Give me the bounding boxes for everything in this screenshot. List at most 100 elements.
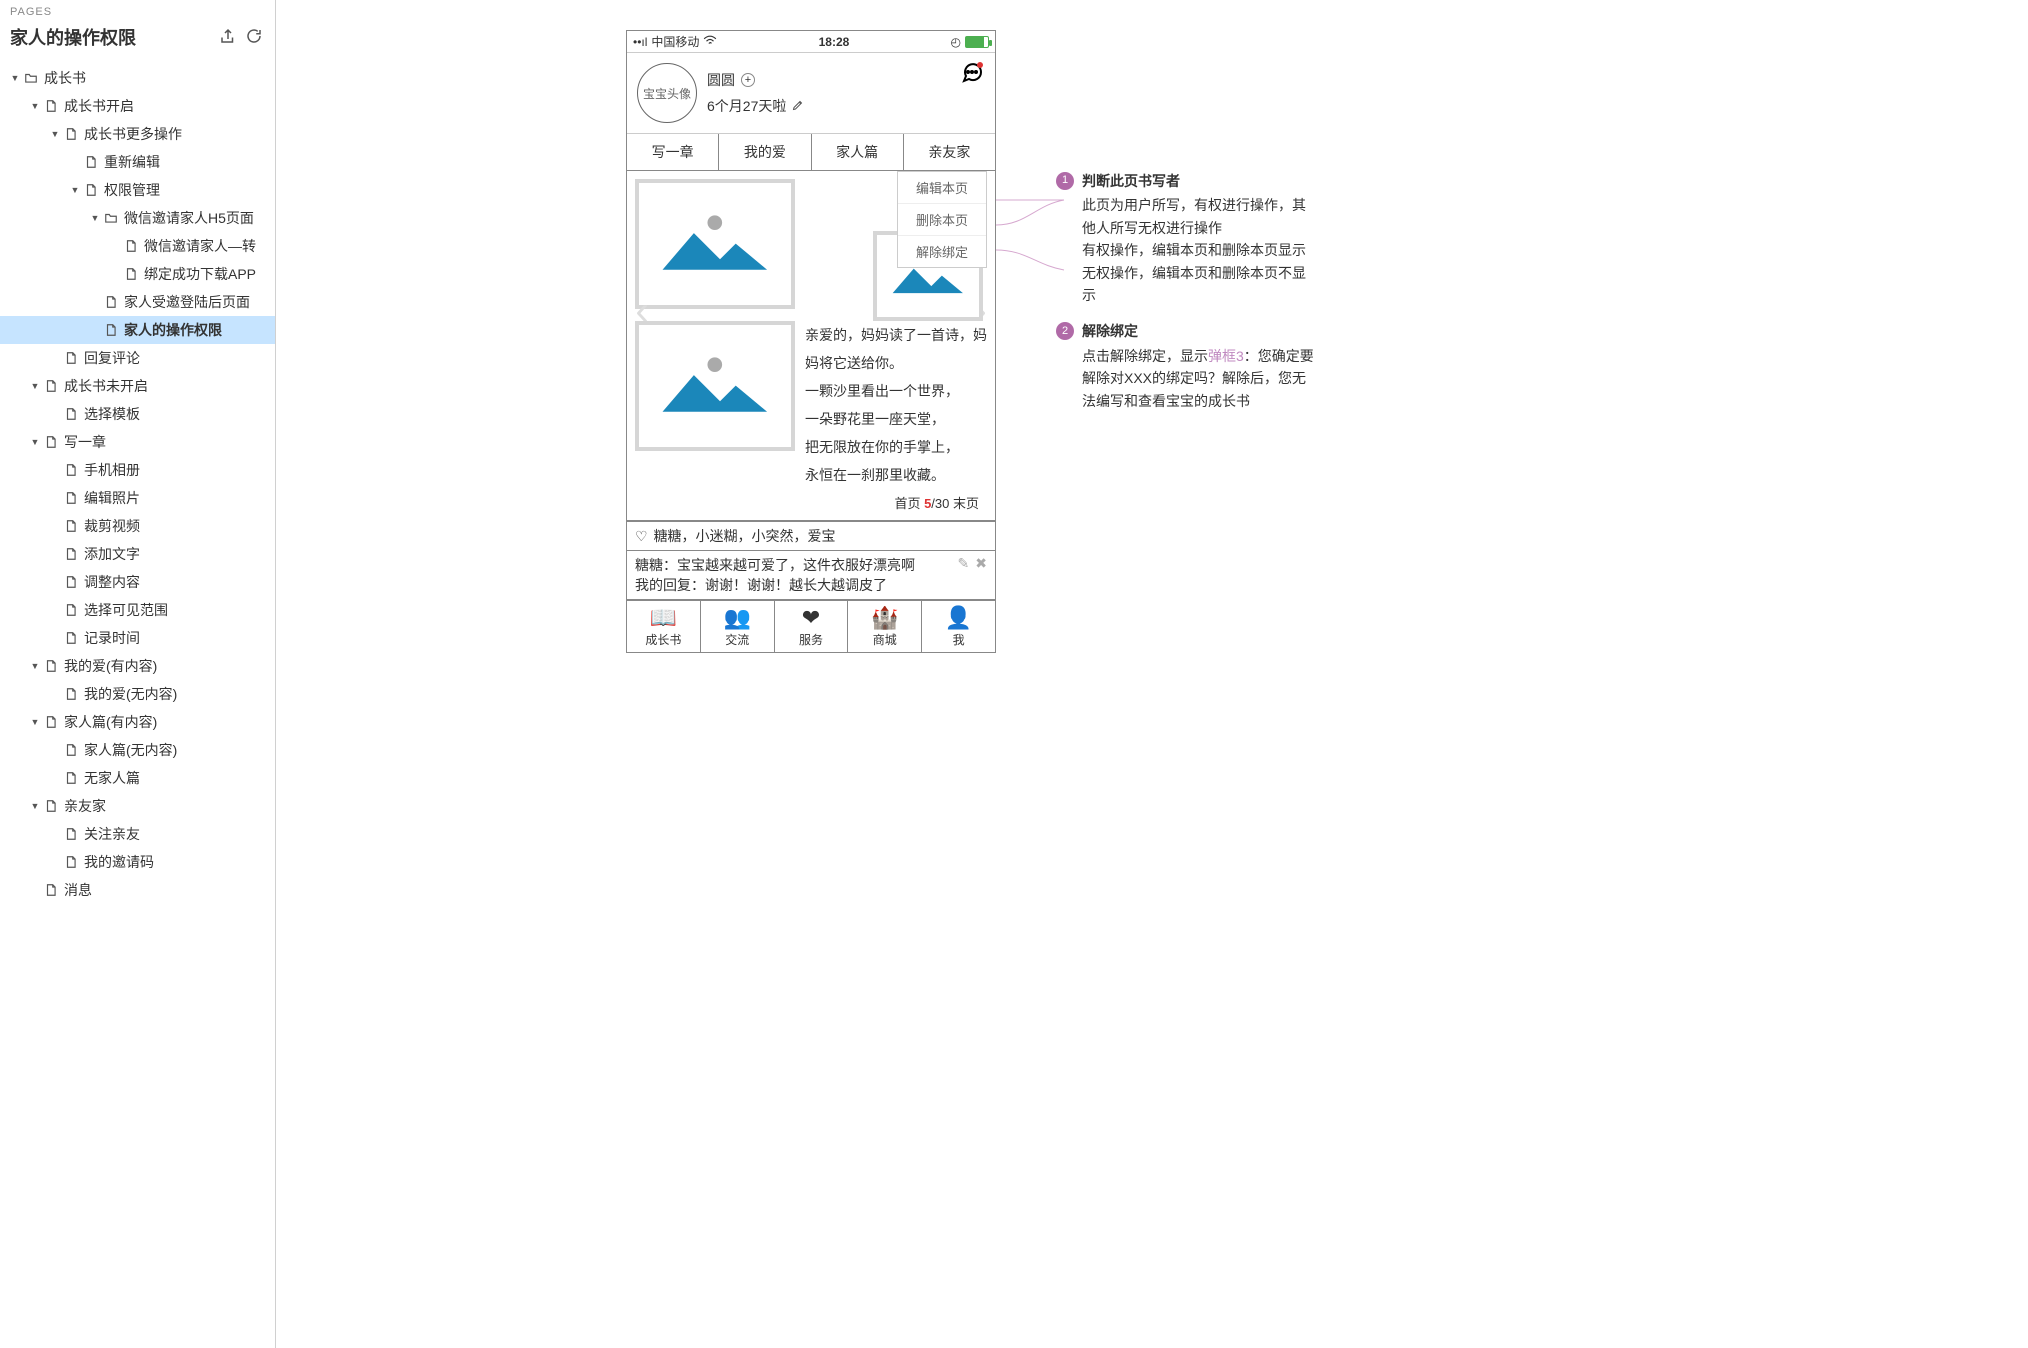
tree-item[interactable]: 编辑照片 bbox=[0, 484, 275, 512]
disclosure-triangle-icon[interactable]: ▼ bbox=[28, 799, 42, 813]
annotation-bullet: 1 bbox=[1056, 172, 1074, 190]
tree-item[interactable]: ▼ 亲友家 bbox=[0, 792, 275, 820]
tree-item[interactable]: ▼权限管理 bbox=[0, 176, 275, 204]
tree-item[interactable]: 无家人篇 bbox=[0, 764, 275, 792]
disclosure-triangle-icon[interactable]: ▼ bbox=[28, 659, 42, 673]
disclosure-triangle-icon[interactable]: ▼ bbox=[28, 435, 42, 449]
disclosure-triangle-icon[interactable]: ▼ bbox=[28, 99, 42, 113]
bottom-tab[interactable]: 👥交流 bbox=[701, 601, 775, 652]
page-icon bbox=[64, 687, 78, 701]
bottom-tab[interactable]: 🏰商城 bbox=[848, 601, 922, 652]
tree-item-label: 无家人篇 bbox=[84, 768, 140, 788]
tree-item[interactable]: ▼成长书更多操作 bbox=[0, 120, 275, 148]
tree-item[interactable]: 选择模板 bbox=[0, 400, 275, 428]
annotation-body: 此页为用户所写，有权进行操作，其他人所写无权进行操作有权操作，编辑本页和删除本页… bbox=[1082, 194, 1316, 306]
annotation-item: 1判断此页书写者此页为用户所写，有权进行操作，其他人所写无权进行操作有权操作，编… bbox=[1056, 170, 1316, 306]
disclosure-triangle-icon[interactable]: ▼ bbox=[28, 379, 42, 393]
annotation-link[interactable]: 弹框3 bbox=[1208, 348, 1244, 364]
page-icon bbox=[64, 519, 78, 533]
bottom-tab[interactable]: 👤我 bbox=[922, 601, 995, 652]
tree-item[interactable]: 微信邀请家人—转 bbox=[0, 232, 275, 260]
tree-item-label: 微信邀请家人—转 bbox=[144, 236, 256, 256]
annotation-body: 点击解除绑定，显示弹框3：您确定要解除对XXX的绑定吗？解除后，您无法编写和查看… bbox=[1082, 345, 1316, 412]
refresh-icon[interactable] bbox=[245, 27, 265, 47]
bottom-tab[interactable]: ❤服务 bbox=[775, 601, 849, 652]
tree-item[interactable]: ▼成长书未开启 bbox=[0, 372, 275, 400]
photo-placeholder[interactable] bbox=[635, 179, 795, 309]
tree-item[interactable]: 我的爱(无内容) bbox=[0, 680, 275, 708]
disclosure-triangle-icon[interactable]: ▼ bbox=[68, 183, 82, 197]
tab-icon: 👤 bbox=[922, 607, 995, 629]
tab-icon: 🏰 bbox=[848, 607, 921, 629]
alarm-icon: ◴ bbox=[951, 35, 961, 49]
signal-icon: ••ıl bbox=[633, 35, 647, 49]
tree-item[interactable]: 家人篇(无内容) bbox=[0, 736, 275, 764]
disclosure-triangle-icon bbox=[108, 239, 122, 253]
tree-item[interactable]: 手机相册 bbox=[0, 456, 275, 484]
tree-item[interactable]: ▼微信邀请家人H5页面 bbox=[0, 204, 275, 232]
tree-item-label: 家人篇(有内容) bbox=[64, 712, 157, 732]
disclosure-triangle-icon[interactable]: ▼ bbox=[88, 211, 102, 225]
tree-item-label: 重新编辑 bbox=[104, 152, 160, 172]
tree-item[interactable]: 重新编辑 bbox=[0, 148, 275, 176]
top-tab[interactable]: 写一章 bbox=[627, 134, 719, 170]
bottom-tab[interactable]: 📖成长书 bbox=[627, 601, 701, 652]
disclosure-triangle-icon[interactable]: ▼ bbox=[48, 127, 62, 141]
pages-sidebar: PAGES 家人的操作权限 ▼成长书▼成长书开启▼成长书更多操作重新编辑 ▼权限管… bbox=[0, 0, 276, 1348]
top-tab[interactable]: 我的爱 bbox=[719, 134, 811, 170]
disclosure-triangle-icon bbox=[68, 155, 82, 169]
tree-item-label: 选择可见范围 bbox=[84, 600, 168, 620]
disclosure-triangle-icon[interactable]: ▼ bbox=[8, 71, 22, 85]
tree-item[interactable]: ▼我的爱(有内容) bbox=[0, 652, 275, 680]
tree-item[interactable]: 绑定成功下载APP bbox=[0, 260, 275, 288]
carrier-label: 中国移动 bbox=[651, 33, 699, 50]
tree-item[interactable]: 调整内容 bbox=[0, 568, 275, 596]
tree-item[interactable]: 添加文字 bbox=[0, 540, 275, 568]
photo-placeholder[interactable] bbox=[635, 321, 795, 451]
chat-icon[interactable] bbox=[959, 61, 985, 88]
likes-row[interactable]: ♡ 糖糖，小迷糊，小突然，爱宝 bbox=[627, 521, 995, 550]
top-tab[interactable]: 家人篇 bbox=[812, 134, 904, 170]
tree-item-label: 亲友家 bbox=[64, 796, 106, 816]
page-icon bbox=[84, 183, 98, 197]
tree-item[interactable]: ▼成长书开启 bbox=[0, 92, 275, 120]
disclosure-triangle-icon bbox=[48, 491, 62, 505]
disclosure-triangle-icon[interactable]: ▼ bbox=[28, 715, 42, 729]
tree-item[interactable]: 关注亲友 bbox=[0, 820, 275, 848]
dropdown-item[interactable]: 删除本页 bbox=[898, 204, 986, 236]
tree-item[interactable]: 家人受邀登陆后页面 bbox=[0, 288, 275, 316]
tree-item[interactable]: ▼ 家人篇(有内容) bbox=[0, 708, 275, 736]
annotations: 1判断此页书写者此页为用户所写，有权进行操作，其他人所写无权进行操作有权操作，编… bbox=[1056, 170, 1316, 426]
dropdown-item[interactable]: 编辑本页 bbox=[898, 172, 986, 204]
add-icon[interactable]: + bbox=[741, 73, 755, 87]
share-icon[interactable] bbox=[219, 27, 239, 47]
reply-text: 我的回复：谢谢！谢谢！越长大越调皮了 bbox=[635, 575, 987, 595]
tree-item[interactable]: ▼写一章 bbox=[0, 428, 275, 456]
tree-item[interactable]: 记录时间 bbox=[0, 624, 275, 652]
pager[interactable]: 首页 5/30 末页 bbox=[635, 489, 987, 512]
top-tab[interactable]: 亲友家 bbox=[904, 134, 995, 170]
edit-age-icon[interactable] bbox=[792, 98, 804, 114]
disclosure-triangle-icon bbox=[48, 575, 62, 589]
prev-page-arrow[interactable]: ‹ bbox=[627, 281, 657, 341]
tree-item[interactable]: 裁剪视频 bbox=[0, 512, 275, 540]
tree-item-label: 裁剪视频 bbox=[84, 516, 140, 536]
delete-comment-icon[interactable]: ✖ bbox=[975, 555, 987, 572]
tree-item[interactable]: 我的邀请码 bbox=[0, 848, 275, 876]
tree-item[interactable]: ▼成长书 bbox=[0, 64, 275, 92]
tree-item[interactable]: 选择可见范围 bbox=[0, 596, 275, 624]
pages-label: PAGES bbox=[0, 0, 275, 20]
edit-comment-icon[interactable]: ✎ bbox=[958, 555, 970, 572]
baby-age: 6个月27天啦 bbox=[707, 96, 786, 116]
tree-item[interactable]: 回复评论 bbox=[0, 344, 275, 372]
profile-header: 宝宝头像 圆圆 + 6个月27天啦 bbox=[627, 53, 995, 134]
wifi-icon bbox=[703, 34, 717, 49]
tree-item-label: 添加文字 bbox=[84, 544, 140, 564]
dropdown-item[interactable]: 解除绑定 bbox=[898, 236, 986, 267]
avatar[interactable]: 宝宝头像 bbox=[637, 63, 697, 123]
page-icon bbox=[124, 267, 138, 281]
tree-item-label: 调整内容 bbox=[84, 572, 140, 592]
annotation-item: 2解除绑定点击解除绑定，显示弹框3：您确定要解除对XXX的绑定吗？解除后，您无法… bbox=[1056, 320, 1316, 412]
tree-item[interactable]: 家人的操作权限 bbox=[0, 316, 275, 344]
tree-item[interactable]: 消息 bbox=[0, 876, 275, 904]
